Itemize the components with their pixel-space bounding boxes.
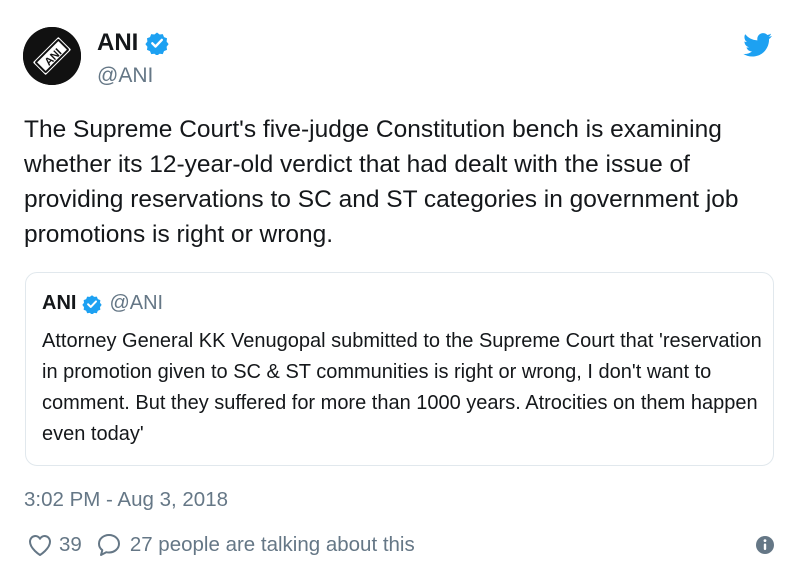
tweet-actions: 39 27 people are talking about this: [27, 532, 415, 558]
ani-logo-icon: ANI: [23, 27, 81, 85]
heart-icon[interactable]: [27, 533, 53, 557]
tweet-text: The Supreme Court's five-judge Constitut…: [24, 116, 739, 248]
quoted-tweet-text: Attorney General KK Venugopal submitted …: [42, 330, 762, 445]
tweet-embed: ANI ANI @ANI The Supreme Court's five-ju…: [0, 0, 800, 573]
quoted-tweet[interactable]: ANI @ANI Attorney General KK Venugopal s…: [25, 272, 774, 466]
twitter-bird-icon[interactable]: [743, 33, 773, 57]
author-name-row: ANI: [97, 29, 169, 57]
verified-badge-icon: [82, 294, 103, 314]
tweet-timestamp[interactable]: 3:02 PM - Aug 3, 2018: [24, 488, 228, 512]
info-icon[interactable]: [755, 535, 775, 555]
quoted-author-handle: @ANI: [109, 292, 164, 314]
quoted-author-name: ANI: [42, 292, 77, 314]
author-name[interactable]: ANI: [97, 29, 138, 57]
comment-bubble-icon[interactable]: [96, 532, 122, 558]
talking-about-link[interactable]: 27 people are talking about this: [130, 533, 415, 557]
author-handle[interactable]: @ANI: [97, 64, 153, 88]
verified-badge-icon: [145, 32, 169, 55]
like-count[interactable]: 39: [59, 533, 82, 557]
quoted-tweet-header: ANI @ANI: [42, 292, 163, 315]
avatar[interactable]: ANI: [23, 27, 81, 85]
